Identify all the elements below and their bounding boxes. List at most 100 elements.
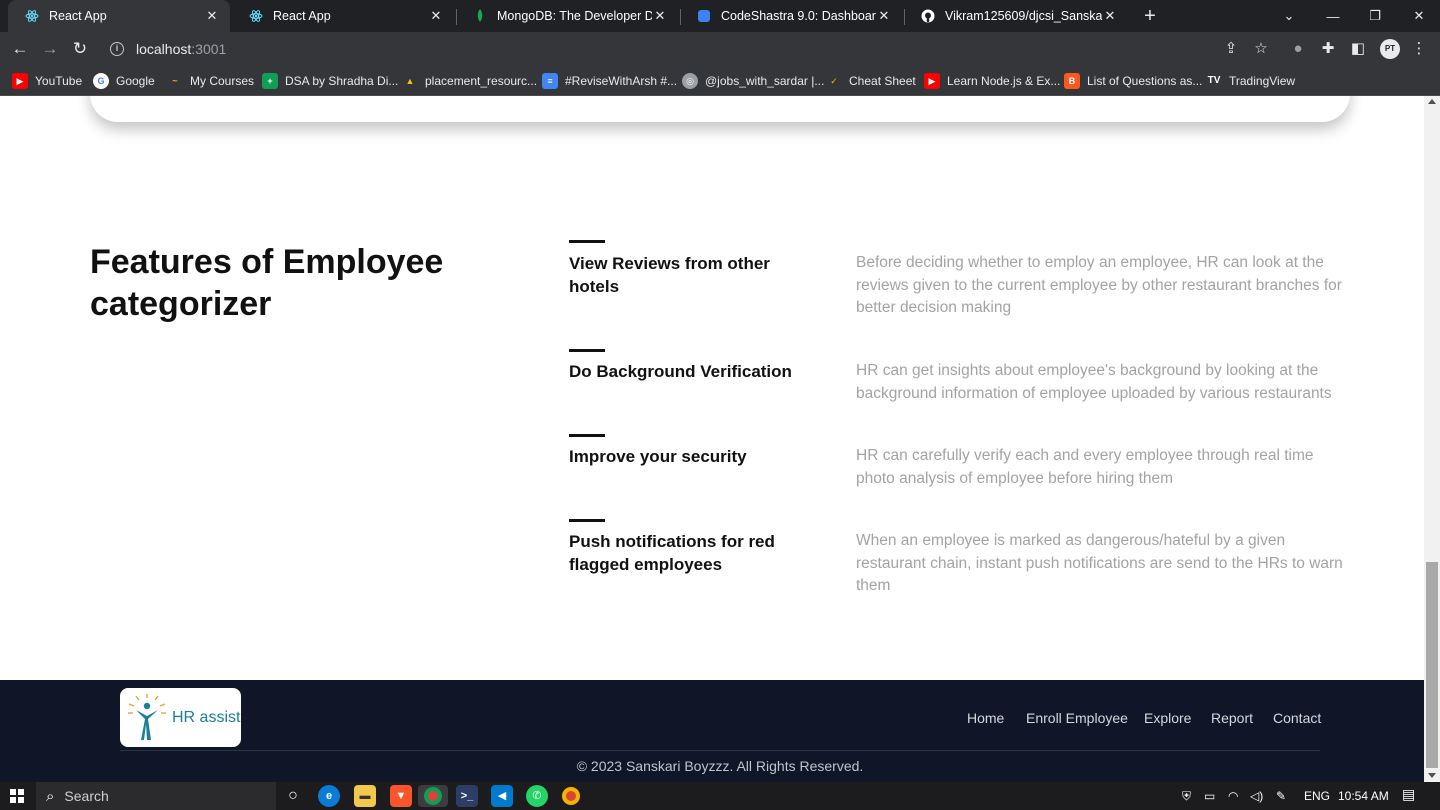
browser-tab-4[interactable]: CodeShastra 9.0: Dashboard | De ✕ (680, 0, 902, 32)
footer-link-enroll-employee[interactable]: Enroll Employee (1026, 710, 1128, 726)
browser-tab-3[interactable]: MongoDB: The Developer Data P ✕ (456, 0, 678, 32)
minimize-icon[interactable]: — (1310, 0, 1356, 32)
codeshastra-icon (696, 8, 712, 24)
bookmark-label: #ReviseWithArsh #... (565, 74, 678, 88)
side-panel-icon[interactable]: ◧ (1348, 39, 1368, 59)
restore-icon[interactable]: ❐ (1352, 0, 1398, 32)
tab-search-chevron-icon[interactable]: ⌄ (1266, 0, 1312, 32)
bookmark-label: TradingView (1229, 74, 1296, 88)
chrome-active-icon[interactable] (418, 785, 448, 807)
feature-name-background: Do Background Verification (569, 362, 792, 381)
logo-text: HR assist (172, 708, 241, 726)
profile-avatar[interactable]: PT (1380, 39, 1400, 59)
extensions-puzzle-icon[interactable]: ✚ (1318, 39, 1338, 59)
close-window-icon[interactable]: ✕ (1396, 0, 1440, 32)
forward-arrow-icon[interactable]: → (38, 37, 62, 61)
wifi-icon[interactable]: ◠ (1228, 789, 1238, 803)
feature-divider-bar (569, 349, 605, 352)
volume-icon[interactable]: ◁) (1250, 789, 1263, 803)
browser-tab-1[interactable]: React App ✕ (8, 0, 230, 32)
bookmark-placement[interactable]: ▲ placement_resourc... (402, 72, 538, 90)
reload-icon[interactable]: ↻ (68, 37, 92, 61)
clock[interactable]: 10:54 AM (1338, 789, 1389, 803)
bookmark-star-icon[interactable]: ☆ (1251, 39, 1271, 59)
address-bar[interactable]: i localhost :3001 (104, 38, 1284, 60)
hero-card-bottom-edge (90, 96, 1350, 122)
react-icon (24, 8, 40, 24)
scrollbar-thumb[interactable] (1426, 562, 1438, 768)
edge-icon[interactable]: e (318, 785, 340, 807)
copyright-text: © 2023 Sanskari Boyzzz. All Rights Reser… (576, 758, 864, 774)
feature-divider-bar (569, 240, 605, 243)
close-tab-icon[interactable]: ✕ (652, 8, 668, 24)
feature-desc-reviews: Before deciding whether to employ an emp… (856, 254, 1342, 316)
footer-divider (120, 750, 1320, 751)
youtube-icon: ▶ (12, 73, 28, 89)
sheets-icon: + (262, 73, 278, 89)
footer-link-home[interactable]: Home (967, 710, 1004, 726)
chrome-icon[interactable] (560, 785, 582, 807)
brave-icon[interactable]: ▼ (390, 785, 412, 807)
battery-icon[interactable]: ▭ (1204, 789, 1215, 803)
bookmark-revise[interactable]: ≡ #ReviseWithArsh #... (542, 72, 677, 90)
task-view-icon[interactable]: ○ (282, 785, 304, 807)
feature-desc-security: HR can carefully verify each and every e… (856, 447, 1314, 487)
bookmark-tradingview[interactable]: TV TradingView (1206, 72, 1295, 90)
language-indicator[interactable]: ENG (1304, 789, 1330, 803)
footer-link-report[interactable]: Report (1211, 710, 1253, 726)
bookmark-label: Cheat Sheet (849, 74, 916, 88)
search-icon: ⌕ (46, 787, 55, 805)
bookmark-dsa[interactable]: + DSA by Shradha Di... (262, 72, 398, 90)
extension-pin-icon[interactable]: ● (1288, 39, 1308, 59)
youtube-icon: ▶ (924, 73, 940, 89)
powershell-icon[interactable]: >_ (456, 785, 478, 807)
close-tab-icon[interactable]: ✕ (1102, 8, 1118, 24)
hr-assist-logo[interactable]: HR assist (120, 688, 241, 747)
bookmark-cheat-sheet[interactable]: ✓ Cheat Sheet (826, 72, 916, 90)
security-shield-icon[interactable]: ⛨ (1182, 789, 1191, 804)
site-info-icon[interactable]: i (110, 42, 124, 56)
bookmark-youtube[interactable]: ▶ YouTube (12, 72, 82, 90)
back-arrow-icon[interactable]: ← (8, 37, 32, 61)
drive-icon: ▲ (405, 76, 415, 86)
bookmark-google[interactable]: G Google (93, 72, 155, 90)
footer-link-contact[interactable]: Contact (1273, 710, 1321, 726)
new-tab-plus-icon[interactable]: + (1139, 5, 1161, 27)
mongodb-leaf-icon (472, 8, 488, 24)
url-port: :3001 (191, 41, 227, 57)
kebab-menu-icon[interactable]: ⋮ (1409, 39, 1429, 59)
share-icon[interactable]: ⇪ (1221, 39, 1241, 59)
feature-desc-background: HR can get insights about employee's bac… (856, 362, 1332, 402)
bookmark-jobs[interactable]: ◎ @jobs_with_sardar |... (682, 72, 824, 90)
browser-tab-bar: React App ✕ React App ✕ MongoDB: The Dev… (0, 0, 1440, 32)
url-host: localhost (136, 41, 192, 57)
bookmark-list-questions[interactable]: B List of Questions as... (1064, 72, 1202, 90)
bookmark-my-courses[interactable]: ~ My Courses (167, 72, 254, 90)
browser-tab-2[interactable]: React App ✕ (232, 0, 454, 32)
pen-icon[interactable]: ✎ (1276, 789, 1286, 803)
notification-center-icon[interactable]: ▤ (1402, 786, 1415, 803)
features-heading: Features of Employee categorizer (90, 243, 444, 323)
file-explorer-icon[interactable]: ▬ (354, 785, 376, 807)
footer-link-explore[interactable]: Explore (1144, 710, 1191, 726)
tab-title: CodeShastra 9.0: Dashboard | De (721, 9, 876, 23)
windows-start-icon[interactable] (10, 789, 24, 803)
tab-title: React App (273, 9, 331, 23)
feature-divider-bar (569, 519, 605, 522)
page-viewport: Features of Employee categorizer View Re… (0, 96, 1424, 782)
whatsapp-icon[interactable]: ✆ (526, 785, 548, 807)
bookmark-label: DSA by Shradha Di... (285, 74, 399, 88)
close-tab-icon[interactable]: ✕ (204, 8, 220, 24)
feature-name-notifications: Push notifications for red flagged emplo… (569, 532, 775, 574)
scroll-up-arrow-icon[interactable] (1428, 99, 1436, 104)
tab-title: React App (49, 9, 107, 23)
vscode-icon[interactable]: ◀ (491, 785, 513, 807)
browser-tab-5[interactable]: Vikram125609/djcsi_Sanskari_Boy ✕ (904, 0, 1128, 32)
courses-icon: ~ (172, 76, 178, 86)
bookmark-label: My Courses (190, 74, 255, 88)
taskbar-search-box[interactable]: ⌕ Search (36, 782, 276, 810)
scroll-down-arrow-icon[interactable] (1428, 773, 1436, 778)
close-tab-icon[interactable]: ✕ (876, 8, 892, 24)
bookmark-nodejs[interactable]: ▶ Learn Node.js & Ex... (924, 72, 1060, 90)
close-tab-icon[interactable]: ✕ (428, 8, 444, 24)
